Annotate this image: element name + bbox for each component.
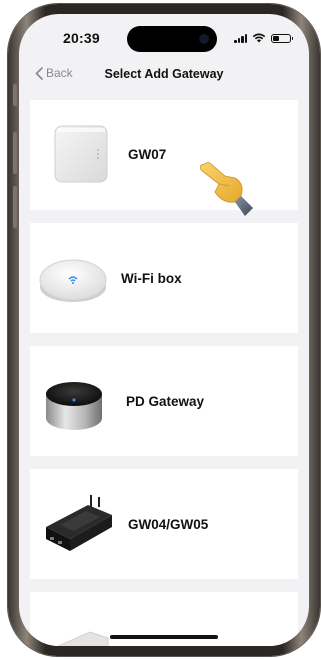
gateway-label: GW04/GW05 [128,517,209,532]
gateway-label: GW07 [128,147,167,162]
navigation-bar: Back Select Add Gateway [19,60,309,90]
gateway-label: PD Gateway [126,394,205,409]
partial-device-icon [57,631,109,646]
volume-up-button [13,132,17,174]
pd-gateway-device-icon [46,382,102,430]
hand-pointer-icon [200,162,253,216]
gateway-item-gw07[interactable]: GW07 [30,100,298,210]
wifi-icon [252,33,266,43]
gateway-item-wifi-box[interactable]: Wi-Fi box [30,223,298,333]
gw07-device-icon [54,125,108,183]
wifi-box-device-icon [39,259,107,302]
camera-icon [199,34,209,44]
signal-icon [234,33,247,43]
status-bar: 20:39 [19,14,309,60]
home-indicator[interactable] [110,635,218,639]
volume-down-button [13,186,17,228]
battery-icon [271,33,293,43]
status-time: 20:39 [63,30,100,46]
gateway-item-gw04-gw05[interactable]: GW04/GW05 [30,469,298,579]
status-icons [234,33,293,43]
action-button [13,84,17,106]
gw04-gw05-device-icon [46,495,112,551]
gateway-item-pd-gateway[interactable]: PD Gateway [30,346,298,456]
dynamic-island [127,26,217,52]
gateway-label: Wi-Fi box [121,271,182,286]
page-title: Select Add Gateway [104,67,224,81]
screen: 20:39 Back Select Add Gateway GW07 Wi-Fi… [19,14,309,646]
